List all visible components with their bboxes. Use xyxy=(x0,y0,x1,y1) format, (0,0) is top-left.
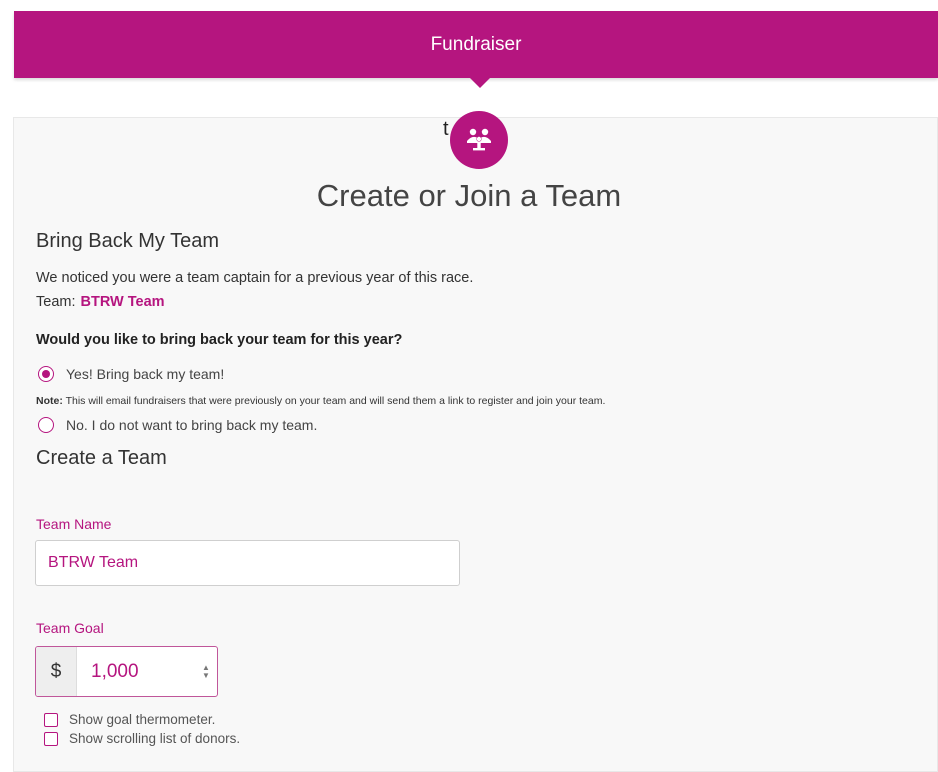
radio-no-indicator[interactable] xyxy=(38,417,54,433)
show-donors-option[interactable]: Show scrolling list of donors. xyxy=(44,731,240,746)
stepper-down-icon[interactable]: ▼ xyxy=(202,671,210,680)
goal-stepper[interactable]: ▲ ▼ xyxy=(195,647,217,696)
show-donors-label: Show scrolling list of donors. xyxy=(69,731,241,746)
banner-title: Fundraiser xyxy=(430,33,522,55)
radio-no-label: No. I do not want to bring back my team. xyxy=(66,417,318,433)
team-goal-input-group: $ 1,000 ▲ ▼ xyxy=(35,646,218,697)
show-thermometer-option[interactable]: Show goal thermometer. xyxy=(44,712,215,727)
team-goal-label: Team Goal xyxy=(36,620,104,636)
previous-captain-message: We noticed you were a team captain for a… xyxy=(36,270,474,286)
create-team-heading: Create a Team xyxy=(36,447,167,469)
radio-option-yes[interactable]: Yes! Bring back my team! xyxy=(38,366,224,382)
team-label: Team: xyxy=(36,294,76,310)
team-goal-value: 1,000 xyxy=(91,660,139,682)
radio-option-no[interactable]: No. I do not want to bring back my team. xyxy=(38,417,317,433)
radio-yes-label: Yes! Bring back my team! xyxy=(66,366,225,382)
note-label: Note: xyxy=(36,395,63,407)
team-goal-input[interactable]: 1,000 xyxy=(77,647,195,696)
team-name-input[interactable]: BTRW Team xyxy=(35,540,460,586)
currency-addon: $ xyxy=(36,647,77,696)
bring-back-note: Note: This will email fundraisers that w… xyxy=(36,395,605,407)
radio-selected-dot xyxy=(42,370,50,378)
show-thermometer-label: Show goal thermometer. xyxy=(69,712,216,727)
fundraiser-banner: Fundraiser xyxy=(14,11,938,78)
people-group-icon xyxy=(467,128,491,151)
page-title: Create or Join a Team xyxy=(316,178,622,213)
page: Fundraiser t Create or Join a Team Bring… xyxy=(0,0,938,772)
team-name-label: Team Name xyxy=(36,516,112,532)
stray-character: t xyxy=(443,118,449,140)
previous-team-name: BTRW Team xyxy=(80,294,165,310)
show-donors-checkbox[interactable] xyxy=(44,731,58,746)
show-thermometer-checkbox[interactable] xyxy=(44,712,58,727)
banner-pointer xyxy=(469,77,491,88)
radio-yes-indicator[interactable] xyxy=(38,366,54,382)
bring-back-heading: Bring Back My Team xyxy=(36,230,220,252)
previous-team-line: Team: BTRW Team xyxy=(36,294,165,310)
team-icon xyxy=(450,111,508,169)
bring-back-question: Would you like to bring back your team f… xyxy=(36,332,403,348)
note-text: This will email fundraisers that were pr… xyxy=(65,395,606,407)
team-name-value: BTRW Team xyxy=(48,554,139,571)
